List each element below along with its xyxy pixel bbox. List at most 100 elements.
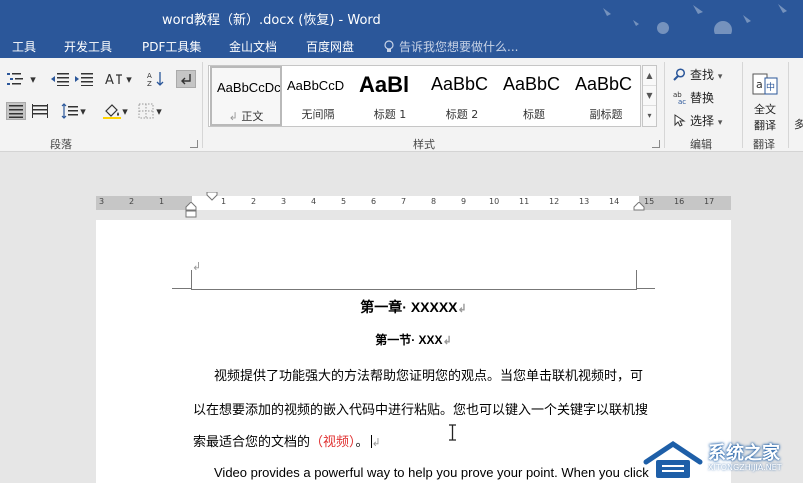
- borders-icon[interactable]: [136, 102, 156, 120]
- ruler-number: 11: [519, 197, 530, 206]
- group-separator: [742, 62, 743, 148]
- shading-icon[interactable]: [102, 102, 122, 120]
- decorative-pattern-icon: [603, 4, 787, 34]
- chapter-heading[interactable]: 第一章· XXXXX↲: [96, 297, 731, 317]
- translate-label-line2: 翻译: [754, 119, 776, 132]
- svg-text:Z: Z: [147, 80, 152, 87]
- gallery-more-icon[interactable]: ▾: [643, 106, 656, 126]
- ruler-number: 6: [371, 197, 377, 206]
- tell-me-text: 告诉我您想要做什么...: [399, 40, 519, 54]
- document-page[interactable]: ↲ 第一章· XXXXX↲ 第一节· XXX↲ 视频提供了功能强大的方法帮助您证…: [96, 220, 731, 483]
- group-separator: [202, 62, 203, 148]
- body-line[interactable]: 视频提供了功能强大的方法帮助您证明您的观点。当您单击联机视频时，可: [214, 365, 643, 384]
- find-label: 查找: [690, 68, 715, 82]
- style-preview: AaBbC: [431, 74, 489, 94]
- style-no-spacing[interactable]: AaBbCcD 无间隔: [282, 66, 354, 126]
- group-separator: [664, 62, 665, 148]
- svg-text:a: a: [756, 78, 763, 91]
- body-text: 。: [355, 434, 369, 449]
- scroll-up-icon[interactable]: ▲: [643, 66, 656, 86]
- ruler-number: 17: [704, 197, 715, 206]
- paragraph-mark: ↲: [371, 437, 381, 449]
- show-formatting-marks-icon[interactable]: [176, 70, 196, 88]
- style-preview: AaBbCcD: [287, 78, 345, 93]
- svg-text:中: 中: [766, 81, 775, 93]
- svg-text:ac: ac: [678, 98, 686, 104]
- replace-label: 替换: [690, 91, 715, 105]
- style-preview: AaBl: [359, 72, 410, 97]
- svg-text:A: A: [105, 73, 114, 86]
- tab-kingsoft-docs[interactable]: 金山文档: [229, 38, 277, 55]
- style-name: 标题 1: [373, 108, 407, 121]
- style-preview: AaBbC: [575, 74, 633, 94]
- ruler-number: 4: [311, 197, 317, 206]
- replace-button[interactable]: ab ac 替换: [673, 89, 714, 106]
- ruler-number: 7: [401, 197, 407, 206]
- style-name: 无间隔: [301, 108, 335, 121]
- styles-gallery: AaBbCcDc ↲ 正文 AaBbCcD 无间隔 AaBl 标题 1 AaBb…: [208, 65, 641, 127]
- section-heading[interactable]: 第一节· XXX↲: [96, 331, 731, 348]
- chinese-layout-icon[interactable]: A: [104, 70, 124, 88]
- tab-tools[interactable]: 工具: [12, 38, 36, 55]
- tab-baidu-netdisk[interactable]: 百度网盘: [306, 38, 354, 55]
- body-line[interactable]: 索最适合您的文档的（视频）。 ↲: [193, 431, 381, 450]
- chevron-down-icon[interactable]: ▾: [78, 102, 88, 120]
- ruler-number: 2: [251, 197, 257, 206]
- find-button[interactable]: 查找 ▾: [673, 66, 722, 83]
- group-label-editing: 编辑: [690, 138, 712, 151]
- styles-gallery-scroll: ▲ ▼ ▾: [642, 65, 657, 127]
- paragraph-mark: ↲: [442, 335, 452, 347]
- ruler-number: 3: [281, 197, 287, 206]
- horizontal-ruler[interactable]: 3 2 1 1 2 3 4 5 6 7 8 9 10 11 12 13 14 1…: [96, 192, 731, 218]
- ruler-number: 15: [644, 197, 655, 206]
- select-label: 选择: [690, 114, 715, 128]
- paragraph-mark: ↲: [457, 303, 467, 315]
- left-indent-marker-icon[interactable]: [185, 202, 197, 218]
- select-button[interactable]: 选择 ▾: [673, 112, 722, 129]
- watermark-title: 系统之家: [708, 443, 780, 464]
- ruler-number: 12: [549, 197, 560, 206]
- justify-icon[interactable]: [6, 102, 26, 120]
- body-line[interactable]: Video provides a powerful way to help yo…: [214, 465, 649, 480]
- paragraph-dialog-launcher-icon[interactable]: [190, 140, 198, 148]
- replace-icon: abac: [673, 91, 686, 106]
- paragraph-mark: ↲: [228, 110, 238, 123]
- line-spacing-icon[interactable]: [60, 102, 80, 120]
- style-name: 标题 2: [445, 108, 479, 121]
- chevron-down-icon[interactable]: ▾: [154, 102, 164, 120]
- style-heading-2[interactable]: AaBbC 标题 2: [426, 66, 498, 126]
- first-line-indent-marker-icon[interactable]: [206, 192, 218, 201]
- ruler-number: 14: [609, 197, 620, 206]
- translate-icon: a中: [752, 73, 778, 95]
- ruler-number: 5: [341, 197, 347, 206]
- tell-me-box[interactable]: 告诉我您想要做什么...: [383, 38, 518, 55]
- translate-label-line1: 全文: [754, 103, 776, 116]
- style-normal[interactable]: AaBbCcDc ↲ 正文: [210, 66, 282, 126]
- ribbon: ▾ A ▾ AZ ▾ ▾ ▾ 段落 AaBbCcDc ↲ 正文 AaBbCcD …: [0, 58, 803, 152]
- watermark-url: XITONGZHIJIA.NET: [708, 463, 782, 472]
- full-text-translate-button[interactable]: a中 全文 翻译: [750, 72, 780, 133]
- increase-indent-icon[interactable]: [74, 70, 94, 88]
- style-subtitle[interactable]: AaBbC 副标题: [570, 66, 640, 126]
- lightbulb-icon: [384, 40, 394, 52]
- multilevel-list-icon[interactable]: [6, 70, 26, 88]
- tab-developer[interactable]: 开发工具: [64, 38, 112, 55]
- body-line[interactable]: 以在想要添加的视频的嵌入代码中进行粘贴。您也可以键入一个关键字以联机搜: [193, 399, 648, 418]
- sort-icon[interactable]: AZ: [146, 70, 166, 88]
- tab-pdf-tools[interactable]: PDF工具集: [142, 38, 201, 55]
- decrease-indent-icon[interactable]: [50, 70, 70, 88]
- chevron-down-icon[interactable]: ▾: [124, 70, 134, 88]
- ruler-number: 1: [159, 197, 165, 206]
- style-name: 正文: [241, 110, 264, 123]
- distributed-icon[interactable]: [30, 102, 50, 120]
- chevron-down-icon[interactable]: ▾: [120, 102, 130, 120]
- style-title[interactable]: AaBbC 标题: [498, 66, 570, 126]
- scroll-down-icon[interactable]: ▼: [643, 86, 656, 106]
- style-name: 标题: [523, 108, 545, 121]
- title-bar: word教程（新）.docx (恢复) - Word: [0, 0, 803, 34]
- ruler-number: 13: [579, 197, 590, 206]
- style-heading-1[interactable]: AaBl 标题 1: [354, 66, 426, 126]
- right-indent-marker-icon[interactable]: [633, 202, 645, 211]
- styles-dialog-launcher-icon[interactable]: [652, 140, 660, 148]
- chevron-down-icon[interactable]: ▾: [28, 70, 38, 88]
